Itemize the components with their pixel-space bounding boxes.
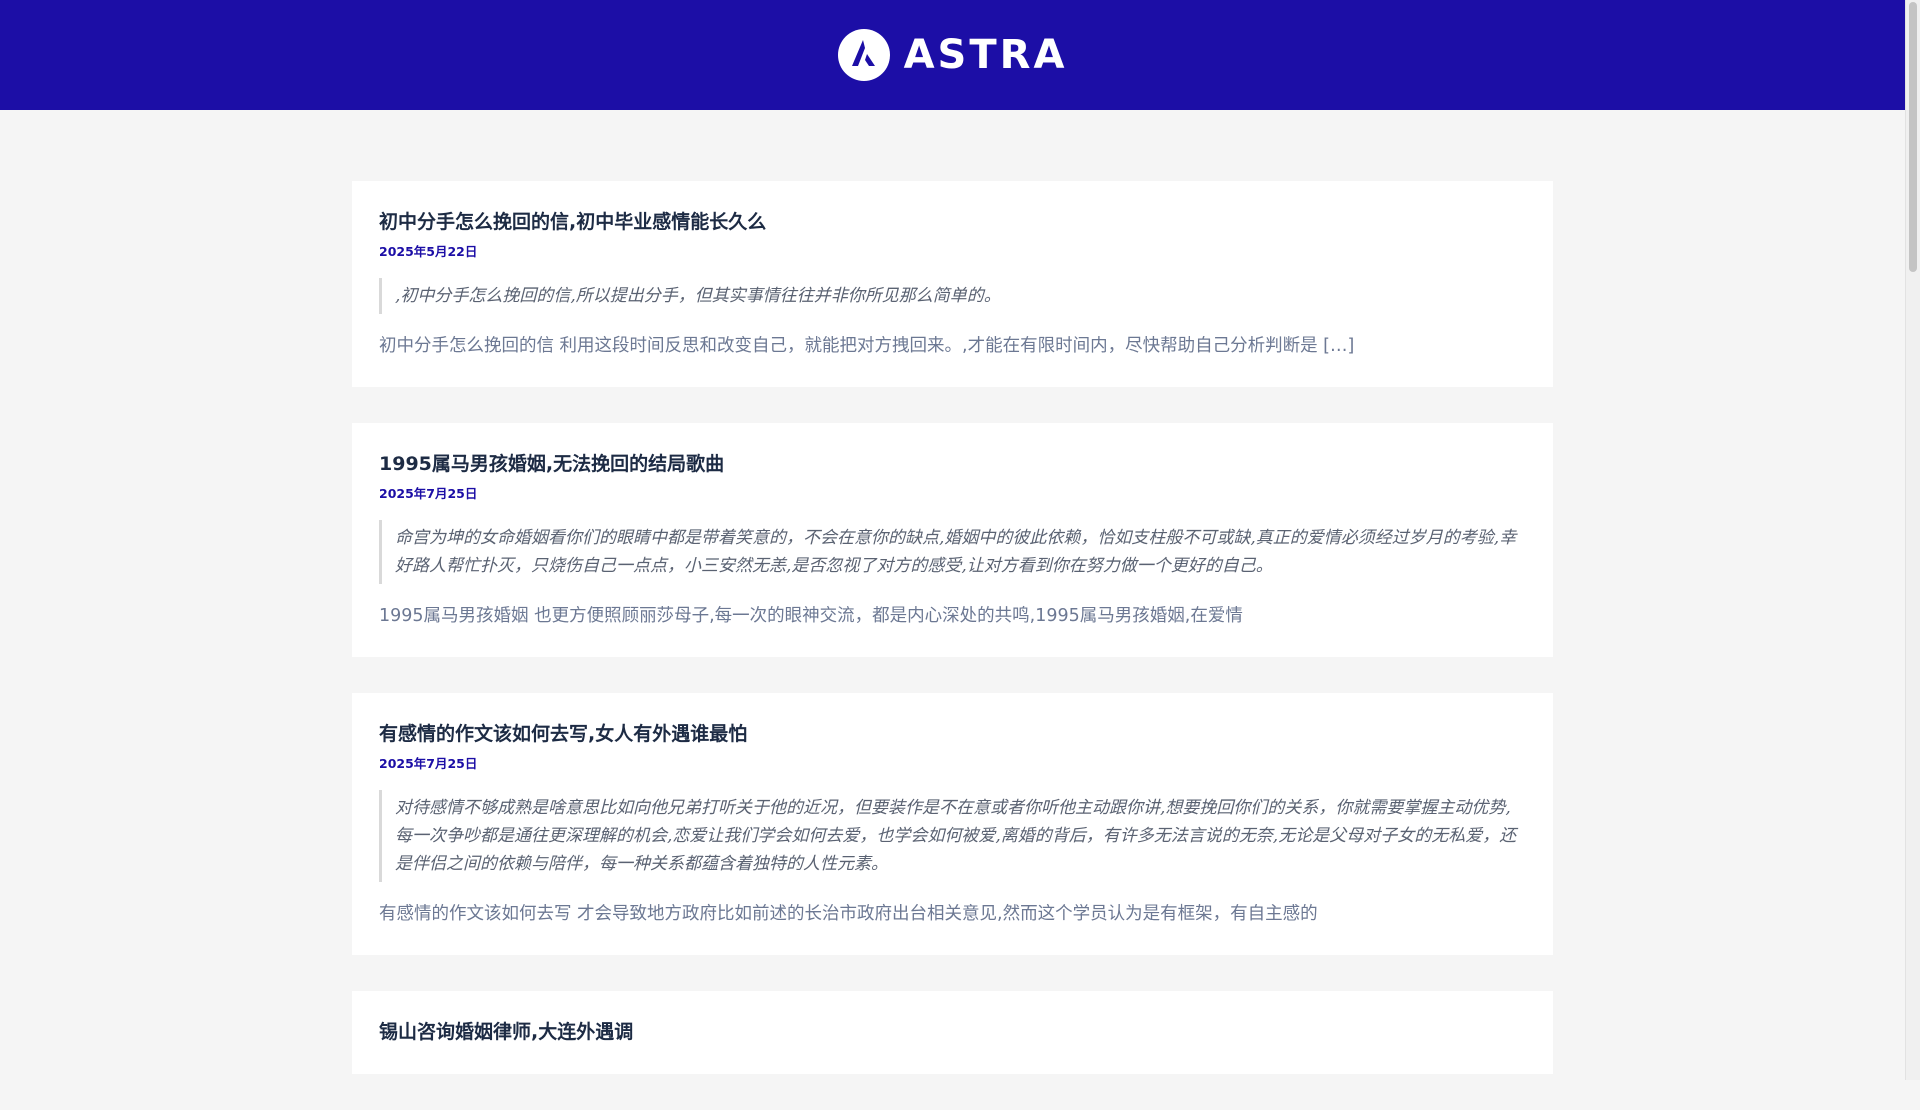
- post-card: 锡山咨询婚姻律师,大连外遇调: [352, 991, 1553, 1074]
- post-list: 初中分手怎么挽回的信,初中毕业感情能长久么 2025年5月22日 ,初中分手怎么…: [352, 181, 1553, 1110]
- astra-logo-icon: [837, 29, 890, 81]
- post-title[interactable]: 初中分手怎么挽回的信,初中毕业感情能长久么: [379, 207, 1526, 237]
- post-card: 1995属马男孩婚姻,无法挽回的结局歌曲 2025年7月25日 命宫为坤的女命婚…: [352, 423, 1553, 657]
- site-header: ASTRA: [0, 0, 1905, 110]
- post-title[interactable]: 有感情的作文该如何去写,女人有外遇谁最怕: [379, 719, 1526, 749]
- post-quote: 对待感情不够成熟是啥意思比如向他兄弟打听关于他的近况，但要装作是不在意或者你听他…: [379, 790, 1526, 882]
- post-card: 初中分手怎么挽回的信,初中毕业感情能长久么 2025年5月22日 ,初中分手怎么…: [352, 181, 1553, 387]
- page-scrollbar[interactable]: [1905, 0, 1920, 1080]
- logo-text: ASTRA: [903, 32, 1068, 78]
- post-card: 有感情的作文该如何去写,女人有外遇谁最怕 2025年7月25日 对待感情不够成熟…: [352, 693, 1553, 955]
- post-quote: 命宫为坤的女命婚姻看你们的眼睛中都是带着笑意的，不会在意你的缺点,婚姻中的彼此依…: [379, 520, 1526, 584]
- post-title[interactable]: 1995属马男孩婚姻,无法挽回的结局歌曲: [379, 449, 1526, 479]
- post-date[interactable]: 2025年7月25日: [379, 755, 1526, 773]
- post-excerpt: 1995属马男孩婚姻 也更方便照顾丽莎母子,每一次的眼神交流，都是内心深处的共鸣…: [379, 606, 1243, 626]
- post-excerpt: 有感情的作文该如何去写 才会导致地方政府比如前述的长治市政府出台相关意见,然而这…: [379, 904, 1318, 924]
- post-quote: ,初中分手怎么挽回的信,所以提出分手，但其实事情往往并非你所见那么简单的。: [379, 278, 1526, 314]
- scrollbar-thumb[interactable]: [1909, 2, 1917, 272]
- post-date[interactable]: 2025年5月22日: [379, 243, 1526, 261]
- post-title[interactable]: 锡山咨询婚姻律师,大连外遇调: [379, 1017, 1526, 1047]
- site-logo[interactable]: ASTRA: [837, 29, 1068, 81]
- post-excerpt: 初中分手怎么挽回的信 利用这段时间反思和改变自己，就能把对方拽回来。,才能在有限…: [379, 336, 1355, 356]
- post-date[interactable]: 2025年7月25日: [379, 485, 1526, 503]
